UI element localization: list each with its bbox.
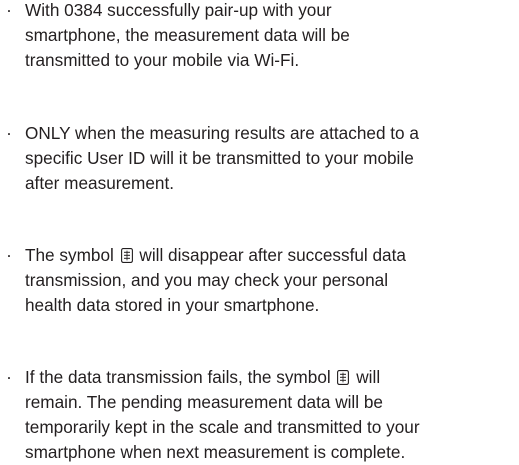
text-line: specific User ID will it be transmitted … xyxy=(25,148,414,168)
bullet-dot: · xyxy=(6,245,12,265)
text-line: temporarily kept in the scale and transm… xyxy=(25,417,420,437)
text-line: ONLY when the measuring results are atta… xyxy=(25,123,419,143)
text-line: With 0384 successfully pair-up with your xyxy=(25,0,332,20)
bullet-dot: · xyxy=(6,367,12,387)
text-segment: will xyxy=(356,367,381,387)
bullet-text: If the data transmission fails, the symb… xyxy=(25,365,519,465)
bullet-text: ONLY when the measuring results are atta… xyxy=(25,121,519,196)
text-segment: If the data transmission fails, the symb… xyxy=(25,367,331,387)
bullet-text: The symbol will disappear after successf… xyxy=(25,243,519,318)
text-line: smartphone, the measurement data will be xyxy=(25,25,350,45)
bullet-dot: · xyxy=(6,123,12,143)
bullet-text: With 0384 successfully pair-up with your… xyxy=(25,0,519,73)
text-line: health data stored in your smartphone. xyxy=(25,295,320,315)
text-line: transmission, and you may check your per… xyxy=(25,270,389,290)
data-pending-icon xyxy=(120,248,133,263)
text-line: The symbol will disappear after successf… xyxy=(25,243,519,268)
text-line: after measurement. xyxy=(25,173,175,193)
text-line: transmitted to your mobile via Wi-Fi. xyxy=(25,50,300,70)
data-pending-icon xyxy=(337,370,350,385)
text-line: If the data transmission fails, the symb… xyxy=(25,365,519,390)
text-line: remain. The pending measurement data wil… xyxy=(25,392,383,412)
bullet-dot: · xyxy=(6,0,12,20)
text-segment: will disappear after successful data xyxy=(139,245,406,265)
text-line: smartphone when next measurement is comp… xyxy=(25,442,406,462)
text-segment: The symbol xyxy=(25,245,114,265)
